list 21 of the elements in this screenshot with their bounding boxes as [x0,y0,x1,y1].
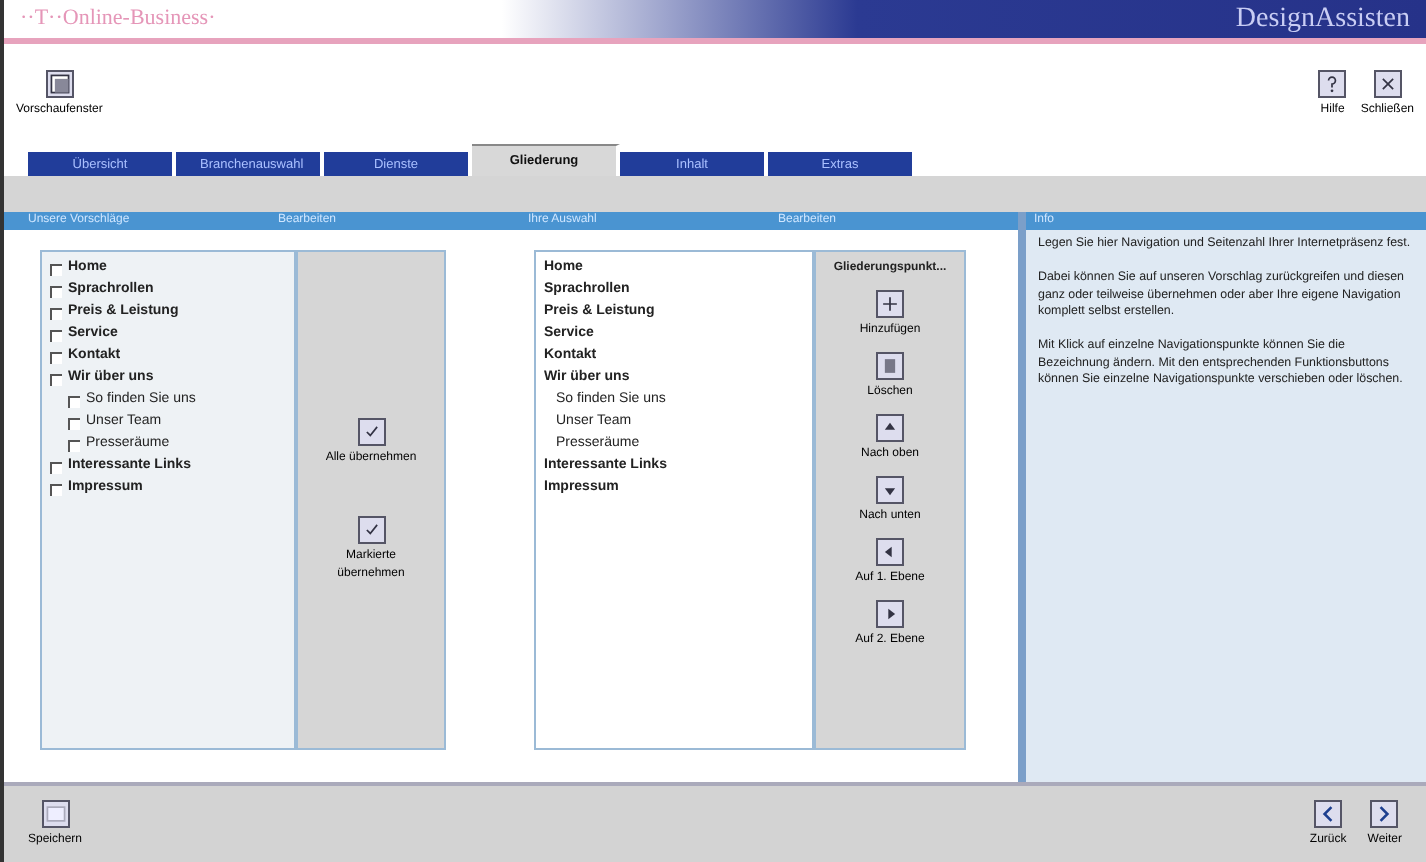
disk-icon [41,799,70,827]
checkbox[interactable] [50,483,62,495]
checkbox[interactable] [50,461,62,473]
product-name: DesignAssisten [1235,2,1410,38]
checkbox[interactable] [50,351,62,363]
checkmark-icon [357,515,385,543]
checkbox[interactable] [50,263,62,275]
window-icon [45,69,74,97]
plus-icon [875,290,904,318]
checkmark-icon [357,417,385,445]
app-title: ··T··Online-Business· [20,4,216,35]
checkbox[interactable] [50,307,62,319]
checkbox[interactable] [50,285,62,297]
checkbox[interactable] [68,395,80,407]
checkbox[interactable] [68,439,80,451]
checkbox[interactable] [68,417,80,429]
trash-icon [876,352,904,380]
close-icon [1373,69,1402,97]
checkbox[interactable] [50,329,62,341]
help-icon [1318,69,1347,97]
checkbox[interactable] [50,373,62,385]
